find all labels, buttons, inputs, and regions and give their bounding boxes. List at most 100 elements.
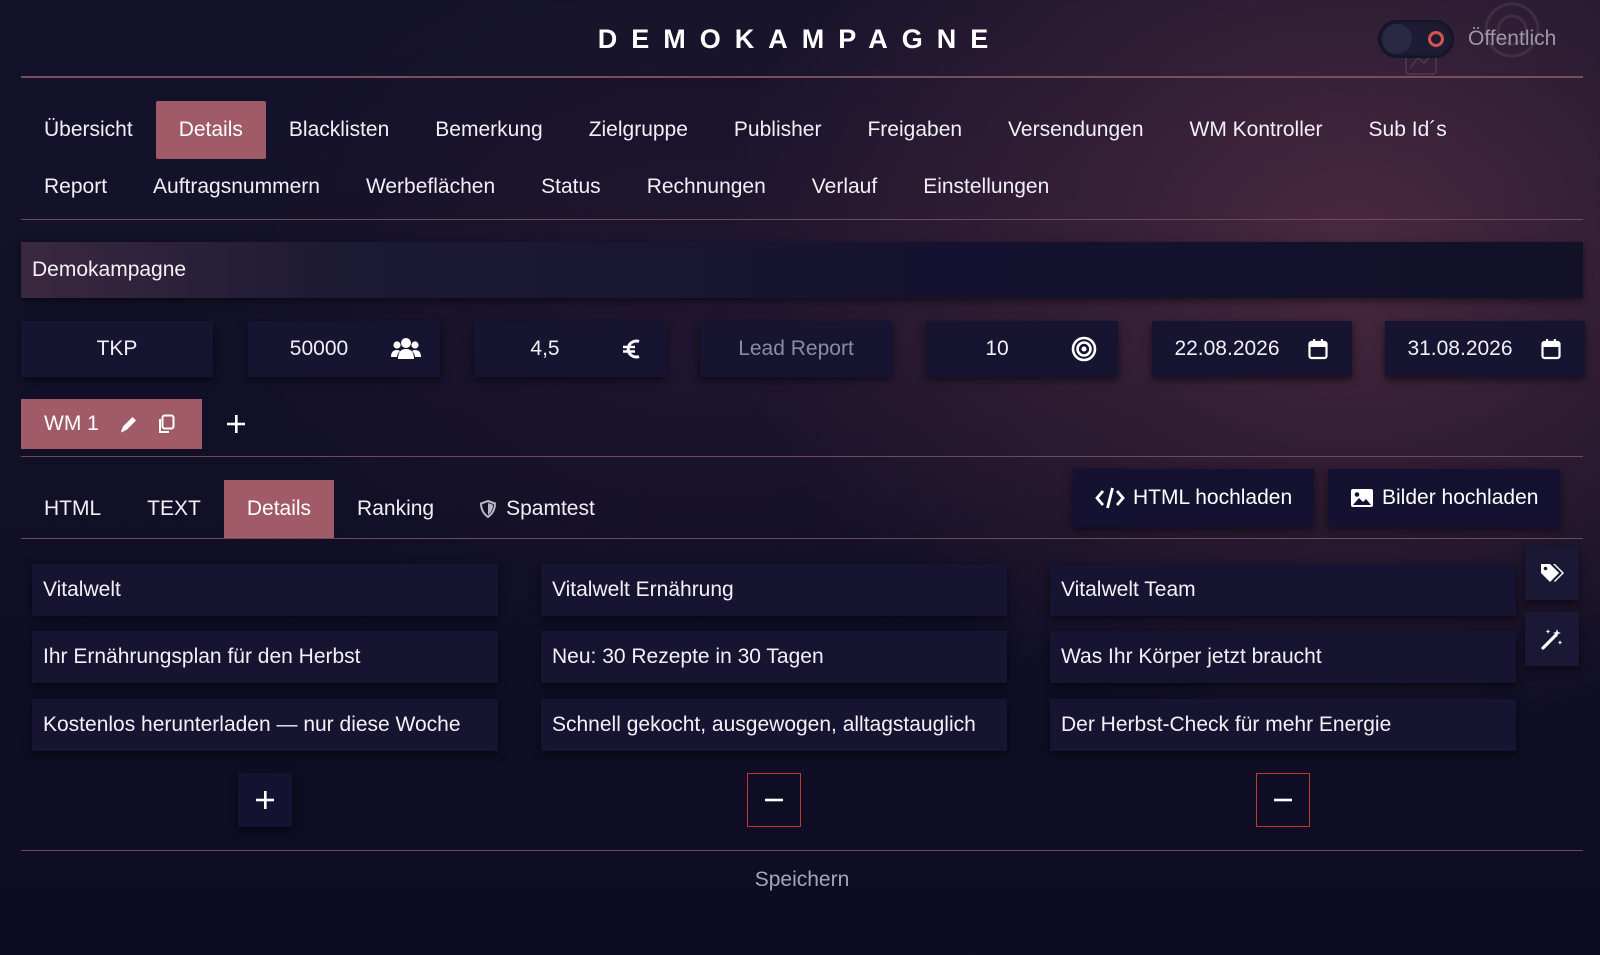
preheader-field-3[interactable]: Der Herbst-Check für mehr Energie xyxy=(1050,699,1516,751)
page-title: DEMOKAMPAGNE xyxy=(597,24,1003,54)
volume-value: 50000 xyxy=(289,337,349,360)
cell-text: Vitalwelt xyxy=(43,578,121,601)
start-date-value: 22.08.2026 xyxy=(1174,337,1280,360)
sender-field-1[interactable]: Vitalwelt xyxy=(32,564,498,616)
cell-text: Was Ihr Körper jetzt braucht xyxy=(1061,645,1322,668)
campaign-name-field[interactable]: Demokampagne xyxy=(21,242,1583,298)
main-nav-row-1: Übersicht Details Blacklisten Bemerkung … xyxy=(21,101,1470,159)
tab-wm-kontroller[interactable]: WM Kontroller xyxy=(1167,101,1346,159)
header-divider xyxy=(21,76,1583,78)
html-upload-label: HTML hochladen xyxy=(1133,486,1293,509)
magic-wand-icon xyxy=(1541,629,1563,650)
cell-text: Vitalwelt Ernährung xyxy=(552,578,734,601)
subtab-details[interactable]: Details xyxy=(223,480,335,538)
magic-button[interactable] xyxy=(1525,612,1579,666)
target-input[interactable]: 10 xyxy=(926,321,1118,377)
tab-werbeflaechen[interactable]: Werbeflächen xyxy=(343,158,518,216)
add-wm-button[interactable] xyxy=(222,410,250,438)
copy-icon[interactable] xyxy=(157,414,175,434)
subtab-html[interactable]: HTML xyxy=(21,480,124,538)
wm-tab[interactable]: WM 1 xyxy=(21,399,202,449)
tab-uebersicht[interactable]: Übersicht xyxy=(21,101,156,159)
pencil-icon[interactable] xyxy=(119,414,139,434)
end-date-value: 31.08.2026 xyxy=(1407,337,1513,360)
tab-details[interactable]: Details xyxy=(155,101,266,159)
wm-tab-label: WM 1 xyxy=(44,412,99,435)
images-upload-label: Bilder hochladen xyxy=(1382,486,1539,509)
remove-variant-button-2[interactable] xyxy=(747,773,801,827)
visibility-toggle-group: Öffentlich xyxy=(1378,20,1556,58)
lead-report-select[interactable]: Lead Report xyxy=(700,321,892,377)
tab-report[interactable]: Report xyxy=(21,158,130,216)
footer-divider xyxy=(21,850,1583,851)
cell-text: Kostenlos herunterladen — nur diese Woch… xyxy=(43,713,461,736)
tab-freigaben[interactable]: Freigaben xyxy=(844,101,985,159)
users-icon xyxy=(390,337,422,361)
tab-versendungen[interactable]: Versendungen xyxy=(985,101,1166,159)
wm-divider xyxy=(21,456,1583,457)
save-button[interactable]: Speichern xyxy=(0,868,1600,892)
subject-field-3[interactable]: Was Ihr Körper jetzt braucht xyxy=(1050,631,1516,683)
pricing-model-value: TKP xyxy=(96,337,138,360)
price-value: 4,5 xyxy=(530,337,560,360)
html-upload-button[interactable]: HTML hochladen xyxy=(1073,469,1315,527)
pricing-model-select[interactable]: TKP xyxy=(21,321,213,377)
remove-variant-button-3[interactable] xyxy=(1256,773,1310,827)
cell-text: Vitalwelt Team xyxy=(1061,578,1196,601)
price-input[interactable]: 4,5 xyxy=(474,321,666,377)
toggle-off-indicator-icon xyxy=(1428,31,1444,47)
shield-icon xyxy=(480,500,497,518)
code-icon xyxy=(1095,487,1125,509)
minus-icon xyxy=(765,798,783,802)
tab-verlauf[interactable]: Verlauf xyxy=(789,158,900,216)
preheader-field-2[interactable]: Schnell gekocht, ausgewogen, alltagstaug… xyxy=(541,699,1007,751)
cell-text: Der Herbst-Check für mehr Energie xyxy=(1061,713,1392,736)
tab-sub-ids[interactable]: Sub Id´s xyxy=(1346,101,1470,159)
add-variant-button[interactable] xyxy=(238,773,292,827)
calendar-icon[interactable] xyxy=(1302,338,1334,360)
tags-icon xyxy=(1541,564,1564,582)
main-nav-row-2: Report Auftragsnummern Werbeflächen Stat… xyxy=(21,158,1072,216)
subject-field-2[interactable]: Neu: 30 Rezepte in 30 Tagen xyxy=(541,631,1007,683)
sub-tabs: HTML TEXT Details Ranking Spamtest xyxy=(21,480,618,538)
tab-auftragsnummern[interactable]: Auftragsnummern xyxy=(130,158,343,216)
subtab-ranking[interactable]: Ranking xyxy=(334,480,457,538)
target-value: 10 xyxy=(985,337,1009,360)
subtab-text[interactable]: TEXT xyxy=(124,480,224,538)
end-date-input[interactable]: 31.08.2026 xyxy=(1385,321,1585,377)
tab-publisher[interactable]: Publisher xyxy=(711,101,845,159)
tab-zielgruppe[interactable]: Zielgruppe xyxy=(566,101,711,159)
tags-button[interactable] xyxy=(1525,546,1579,600)
sender-field-3[interactable]: Vitalwelt Team xyxy=(1050,564,1516,616)
subject-field-1[interactable]: Ihr Ernährungsplan für den Herbst xyxy=(32,631,498,683)
calendar-icon[interactable] xyxy=(1535,338,1567,360)
preheader-field-1[interactable]: Kostenlos herunterladen — nur diese Woch… xyxy=(32,699,498,751)
volume-input[interactable]: 50000 xyxy=(248,321,440,377)
plus-icon xyxy=(227,415,245,433)
nav-divider xyxy=(21,219,1583,220)
tab-einstellungen[interactable]: Einstellungen xyxy=(900,158,1072,216)
toggle-knob xyxy=(1382,24,1412,54)
tab-status[interactable]: Status xyxy=(518,158,624,216)
subtab-spamtest[interactable]: Spamtest xyxy=(457,480,618,538)
visibility-label: Öffentlich xyxy=(1468,27,1557,50)
sender-field-2[interactable]: Vitalwelt Ernährung xyxy=(541,564,1007,616)
images-upload-button[interactable]: Bilder hochladen xyxy=(1328,469,1561,527)
image-icon xyxy=(1350,488,1374,508)
cell-text: Ihr Ernährungsplan für den Herbst xyxy=(43,645,361,668)
visibility-toggle[interactable] xyxy=(1378,20,1454,58)
subtab-spamtest-label: Spamtest xyxy=(506,497,595,520)
subtabs-divider xyxy=(21,538,1583,539)
tab-blacklisten[interactable]: Blacklisten xyxy=(266,101,412,159)
cell-text: Neu: 30 Rezepte in 30 Tagen xyxy=(552,645,824,668)
lead-report-placeholder: Lead Report xyxy=(738,337,854,360)
target-icon xyxy=(1068,336,1100,362)
plus-icon xyxy=(256,791,274,809)
cell-text: Schnell gekocht, ausgewogen, alltagstaug… xyxy=(552,713,976,736)
euro-icon xyxy=(616,337,648,361)
campaign-name-text: Demokampagne xyxy=(32,258,187,281)
tab-bemerkung[interactable]: Bemerkung xyxy=(412,101,565,159)
start-date-input[interactable]: 22.08.2026 xyxy=(1152,321,1352,377)
minus-icon xyxy=(1274,798,1292,802)
tab-rechnungen[interactable]: Rechnungen xyxy=(624,158,789,216)
